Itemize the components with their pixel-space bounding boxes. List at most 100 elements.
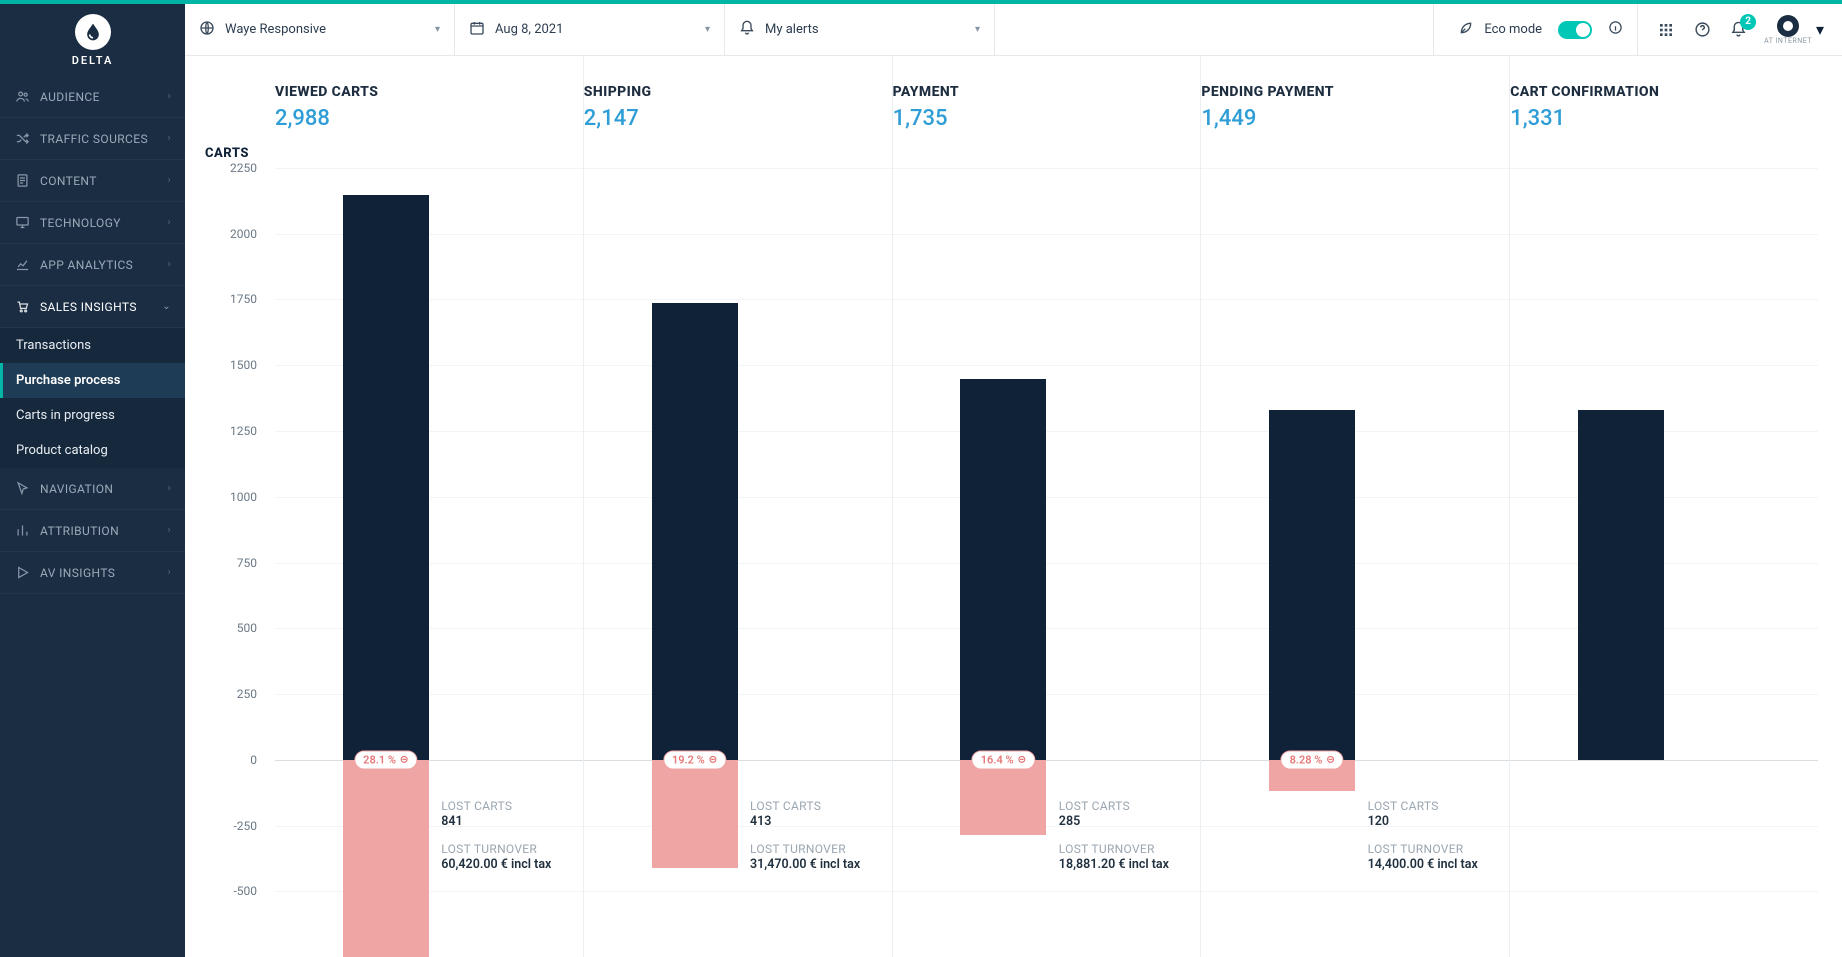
cart-icon — [14, 299, 30, 314]
chevron-right-icon: › — [168, 525, 171, 536]
stage-value: 1,331 — [1510, 106, 1818, 131]
stage-title: PAYMENT — [893, 84, 1201, 100]
nav-subitem[interactable]: Carts in progress — [0, 398, 185, 433]
chevron-down-icon: ▾ — [435, 24, 440, 35]
notifications-button[interactable]: 2 — [1728, 20, 1748, 40]
y-axis-tick: 500 — [197, 621, 257, 635]
chevron-down-icon: ▾ — [1816, 20, 1824, 39]
nav-item-label: NAVIGATION — [40, 482, 168, 496]
nav-item-chart[interactable]: APP ANALYTICS› — [0, 244, 185, 286]
nav-item-cart[interactable]: SALES INSIGHTS⌄ — [0, 286, 185, 328]
nav-item-label: APP ANALYTICS — [40, 258, 168, 272]
nav-item-cursor[interactable]: NAVIGATION› — [0, 468, 185, 510]
stage-title: SHIPPING — [584, 84, 892, 100]
chevron-down-icon: ▾ — [975, 24, 980, 35]
funnel-stage: VIEWED CARTS 2,988 28.1 %⊝LOST CARTS841LOS… — [275, 56, 583, 957]
chevron-right-icon: › — [168, 567, 171, 578]
info-icon[interactable] — [1608, 20, 1623, 39]
funnel-stage: PAYMENT1,73516.4 %⊝LOST CARTS285LOST TUR… — [892, 56, 1201, 957]
loss-indicator-icon: ⊝ — [400, 754, 408, 765]
nav-item-label: AUDIENCE — [40, 90, 168, 104]
bar-carts — [652, 303, 738, 759]
nav-item-label: AV INSIGHTS — [40, 566, 168, 580]
shuffle-icon — [14, 131, 30, 146]
brand-logo: DELTA — [0, 4, 185, 76]
nav-item-label: TRAFFIC SOURCES — [40, 132, 168, 146]
audience-icon — [14, 89, 30, 104]
stage-title: VIEWED CARTS — [275, 84, 583, 100]
brand-logo-icon — [75, 14, 111, 50]
chevron-right-icon: › — [168, 483, 171, 494]
nav-subitem[interactable]: Product catalog — [0, 433, 185, 468]
loss-rate-pill: 8.28 %⊝ — [1281, 750, 1344, 769]
chevron-down-icon: ▾ — [705, 24, 710, 35]
content-area: CARTS 2250200017501500125010007505002500… — [185, 56, 1842, 957]
alerts-selector-label: My alerts — [765, 22, 965, 37]
bar-carts — [1269, 410, 1355, 760]
nav-item-shuffle[interactable]: TRAFFIC SOURCES› — [0, 118, 185, 160]
site-selector-label: Waye Responsive — [225, 22, 425, 37]
topbar: Waye Responsive ▾ Aug 8, 2021 ▾ My alert… — [185, 4, 1842, 56]
stage-plot: 8.28 %⊝LOST CARTS120LOST TURNOVER14,400.… — [1201, 168, 1509, 957]
stage-plot — [1510, 168, 1818, 957]
nav-submenu: TransactionsPurchase processCarts in pro… — [0, 328, 185, 468]
stage-value: 2,988 — [275, 106, 583, 131]
nav-item-label: ATTRIBUTION — [40, 524, 168, 538]
y-axis-tick: 1000 — [197, 490, 257, 504]
loss-indicator-icon: ⊝ — [1018, 754, 1026, 765]
y-axis: 2250200017501500125010007505002500-250-5… — [185, 168, 275, 957]
stage-plot: 19.2 %⊝LOST CARTS413LOST TURNOVER31,470.… — [584, 168, 892, 957]
chevron-right-icon: › — [168, 91, 171, 102]
bell-icon — [739, 20, 755, 40]
chart-icon — [14, 257, 30, 272]
funnel-stage: PENDING PAYMENT 1,449 8.28 %⊝LOST CARTS120… — [1200, 56, 1509, 957]
bar-lost — [343, 760, 429, 957]
nav-item-play[interactable]: AV INSIGHTS› — [0, 552, 185, 594]
chart-row-label: CARTS — [205, 146, 249, 161]
y-axis-tick: -250 — [197, 819, 257, 833]
y-axis-tick: 1500 — [197, 358, 257, 372]
bars-icon — [14, 523, 30, 538]
eco-mode-toggle[interactable]: Eco mode — [1434, 4, 1638, 55]
y-axis-tick: 2250 — [197, 161, 257, 175]
nav-subitem[interactable]: Transactions — [0, 328, 185, 363]
doc-icon — [14, 173, 30, 188]
funnel-stages: VIEWED CARTS 2,988 28.1 %⊝LOST CARTS841LOS… — [275, 56, 1818, 957]
loss-rate-pill: 28.1 %⊝ — [354, 750, 417, 769]
nav-item-doc[interactable]: CONTENT› — [0, 160, 185, 202]
funnel-stage: SHIPPING2,14719.2 %⊝LOST CARTS413LOST TU… — [583, 56, 892, 957]
chevron-right-icon: › — [168, 133, 171, 144]
nav-item-label: SALES INSIGHTS — [40, 300, 162, 314]
bar-lost — [652, 760, 738, 869]
topbar-utilities: 2 AT INTERNET ▾ — [1638, 4, 1842, 55]
eco-mode-label: Eco mode — [1484, 22, 1542, 37]
calendar-icon — [469, 20, 485, 40]
apps-grid-icon[interactable] — [1656, 20, 1676, 40]
stage-title: PENDING PAYMENT — [1201, 84, 1509, 100]
nav-item-bars[interactable]: ATTRIBUTION› — [0, 510, 185, 552]
nav-item-label: CONTENT — [40, 174, 168, 188]
loss-rate-pill: 19.2 %⊝ — [663, 750, 726, 769]
funnel-chart: CARTS 2250200017501500125010007505002500… — [185, 56, 1842, 957]
stage-plot: 28.1 %⊝LOST CARTS841LOST TURNOVER60,420.… — [275, 168, 583, 957]
account-menu[interactable]: AT INTERNET ▾ — [1764, 15, 1824, 45]
nav-subitem[interactable]: Purchase process — [0, 363, 185, 398]
notifications-badge: 2 — [1740, 14, 1756, 30]
stage-value: 1,735 — [893, 106, 1201, 131]
loss-rate-pill: 16.4 %⊝ — [972, 750, 1035, 769]
chevron-right-icon: › — [168, 259, 171, 270]
y-axis-tick: 250 — [197, 687, 257, 701]
alerts-selector[interactable]: My alerts ▾ — [725, 4, 995, 55]
help-icon[interactable] — [1692, 20, 1712, 40]
y-axis-tick: 1250 — [197, 424, 257, 438]
site-selector[interactable]: Waye Responsive ▾ — [185, 4, 455, 55]
nav-item-audience[interactable]: AUDIENCE› — [0, 76, 185, 118]
eco-mode-switch[interactable] — [1558, 21, 1592, 39]
y-axis-tick: 1750 — [197, 292, 257, 306]
y-axis-tick: -500 — [197, 884, 257, 898]
stage-value: 1,449 — [1201, 106, 1509, 131]
nav-list: AUDIENCE›TRAFFIC SOURCES›CONTENT›TECHNOL… — [0, 76, 185, 594]
nav-item-monitor[interactable]: TECHNOLOGY› — [0, 202, 185, 244]
date-selector[interactable]: Aug 8, 2021 ▾ — [455, 4, 725, 55]
avatar-icon — [1777, 15, 1799, 37]
